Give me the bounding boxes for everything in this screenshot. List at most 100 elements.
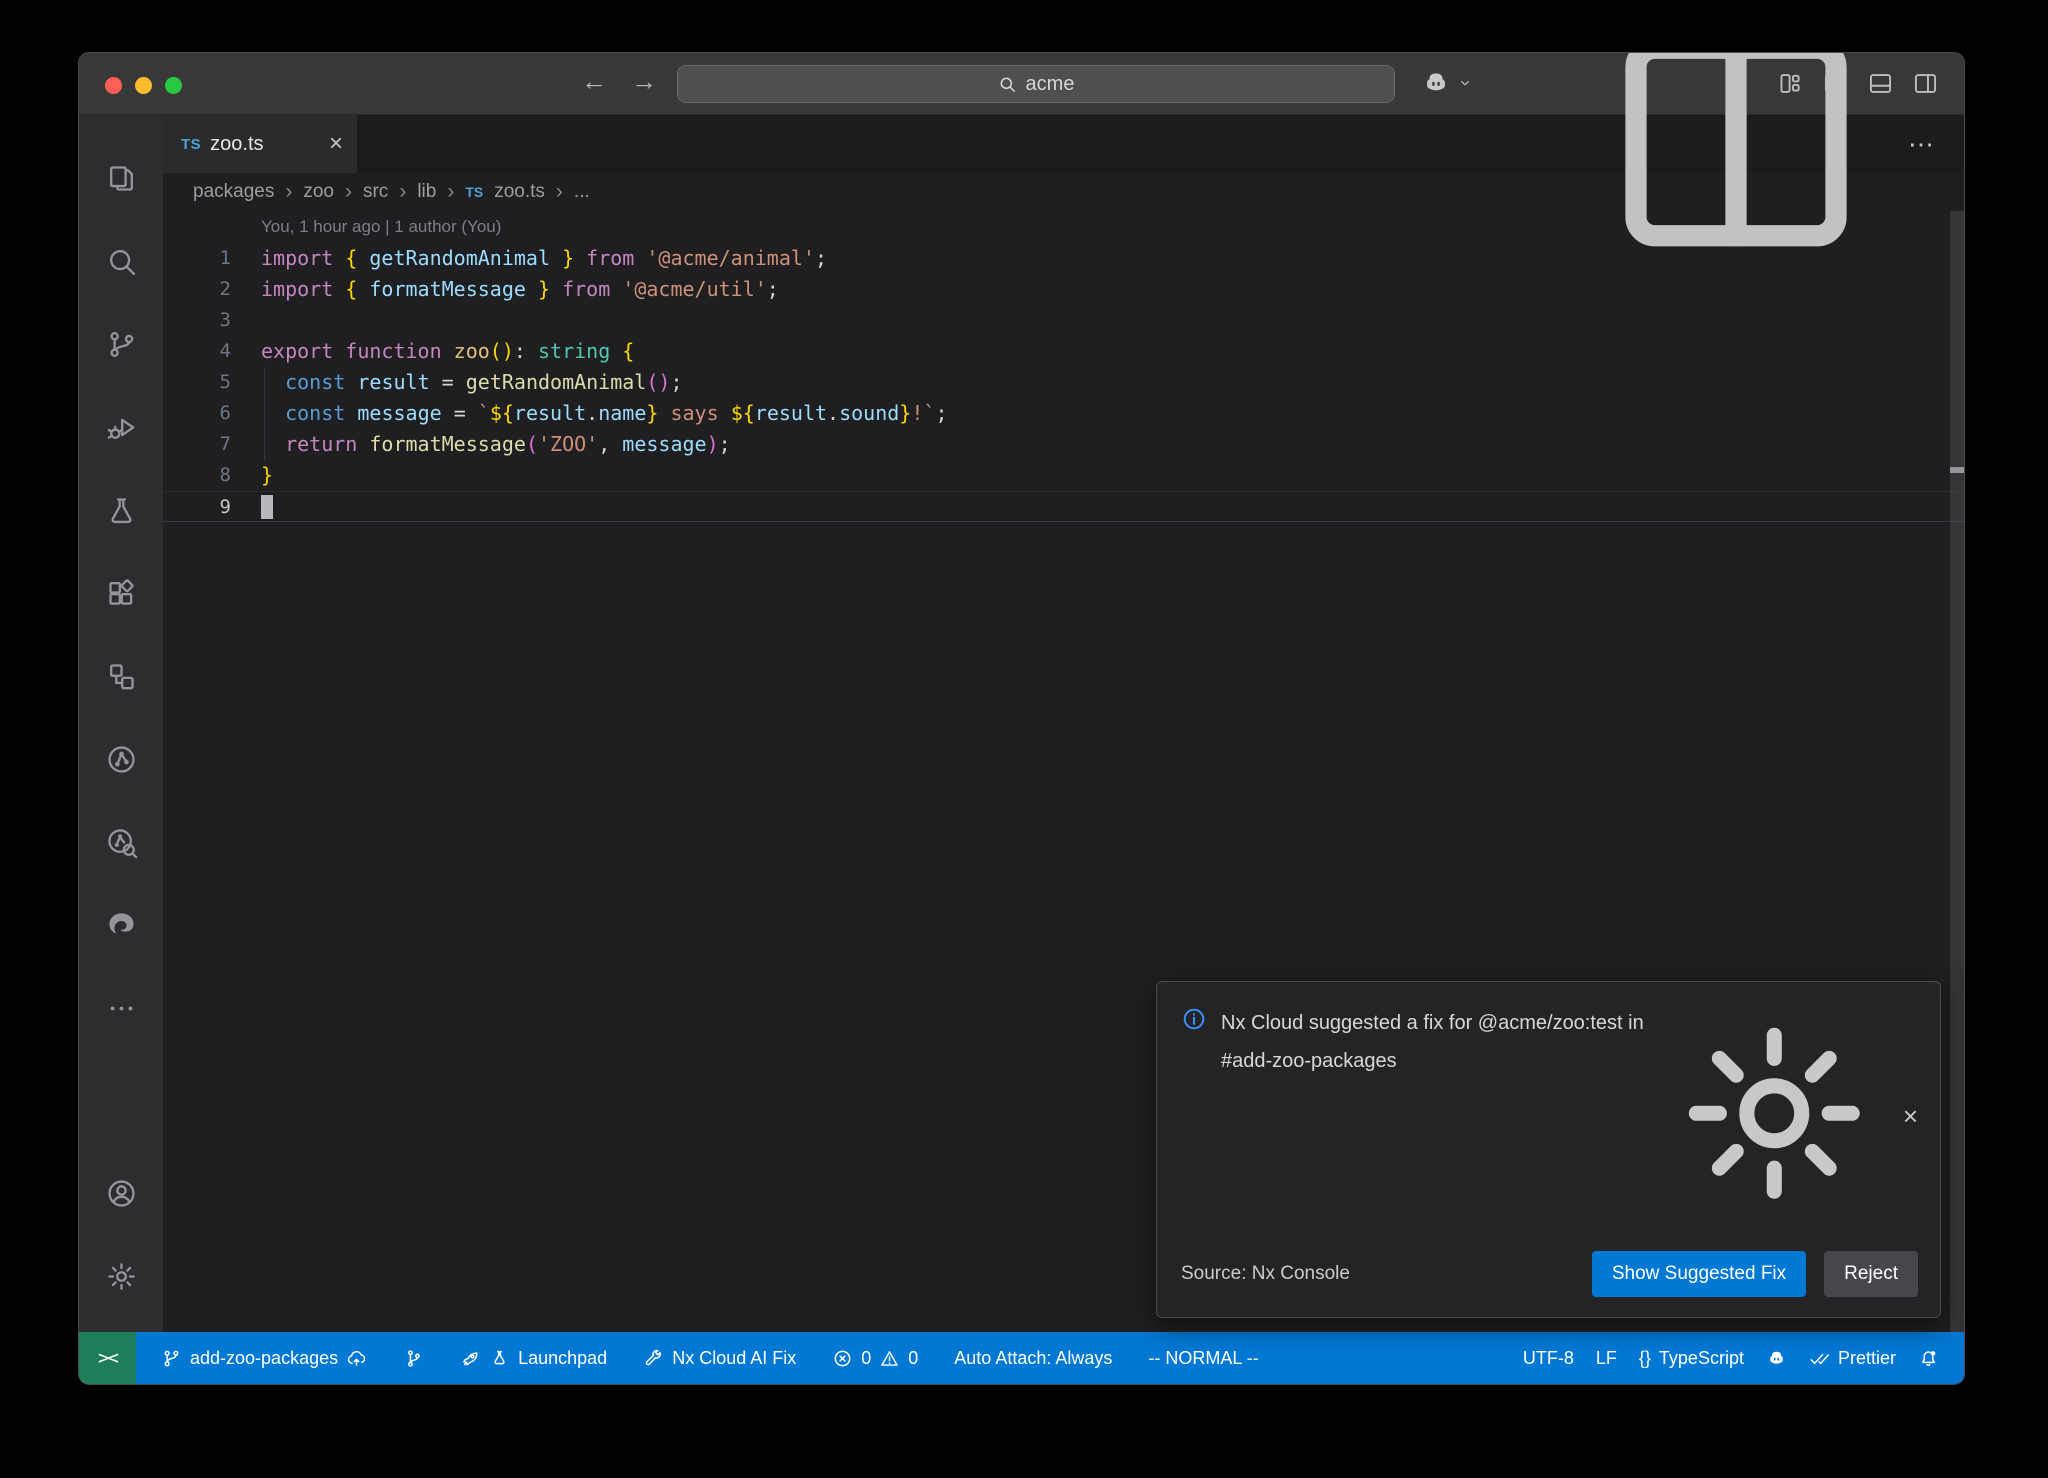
breadcrumb-src[interactable]: src	[363, 181, 388, 203]
vim-mode-item[interactable]: -- NORMAL --	[1137, 1332, 1269, 1384]
code-line-4[interactable]: 4export function zoo(): string {	[163, 336, 1964, 367]
nx-cloud-fix-label: Nx Cloud AI Fix	[672, 1348, 796, 1369]
notification-settings-gear-icon[interactable]	[1668, 1007, 1881, 1225]
line-content: return formatMessage('ZOO', message);	[231, 429, 731, 460]
breadcrumb-more[interactable]: ...	[574, 181, 590, 203]
code-line-9[interactable]: 9	[163, 491, 1964, 522]
activity-bar-item-nx-cloud[interactable]	[79, 718, 163, 801]
line-number: 7	[163, 429, 231, 460]
git-branch-item[interactable]: add-zoo-packages	[150, 1332, 378, 1384]
extensions-icon	[105, 577, 138, 610]
code-line-5[interactable]: 5 const result = getRandomAnimal();	[163, 367, 1964, 398]
line-content	[231, 492, 273, 521]
notification-toast: Nx Cloud suggested a fix for @acme/zoo:t…	[1156, 981, 1941, 1318]
code-line-7[interactable]: 7 return formatMessage('ZOO', message);	[163, 429, 1964, 460]
code-lines: 1import { getRandomAnimal } from '@acme/…	[163, 243, 1964, 522]
zoom-window-button[interactable]	[165, 77, 182, 94]
notification-close-icon[interactable]: ×	[1903, 1103, 1918, 1129]
breadcrumb-lib[interactable]: lib	[417, 181, 436, 203]
encoding-label: UTF-8	[1523, 1348, 1574, 1369]
formatter-item[interactable]: Prettier	[1798, 1332, 1907, 1384]
activity-bar-item-nx-console[interactable]	[79, 635, 163, 718]
breadcrumb-packages[interactable]: packages	[193, 181, 274, 203]
auto-attach-item[interactable]: Auto Attach: Always	[943, 1332, 1123, 1384]
code-line-3[interactable]: 3	[163, 305, 1964, 336]
code-line-2[interactable]: 2import { formatMessage } from '@acme/ut…	[163, 274, 1964, 305]
git-graph-icon	[403, 1348, 424, 1369]
minimize-window-button[interactable]	[135, 77, 152, 94]
indent-guide	[264, 367, 265, 460]
code-line-6[interactable]: 6 const message = `${result.name} says $…	[163, 398, 1964, 429]
breadcrumb: packages › zoo › src › lib › TS zoo.ts ›…	[163, 173, 1964, 211]
activity-bar-item-files[interactable]	[79, 137, 163, 220]
activity-bar-item-more[interactable]	[79, 967, 163, 1050]
activity-bar-item-edge[interactable]	[79, 884, 163, 967]
more-actions-icon[interactable]: ⋯	[1908, 129, 1936, 160]
debug-icon	[105, 411, 138, 444]
show-suggested-fix-button[interactable]: Show Suggested Fix	[1592, 1251, 1806, 1297]
settings-gear-icon	[105, 1260, 138, 1293]
close-window-button[interactable]	[105, 77, 122, 94]
window-controls	[105, 77, 182, 94]
activity-bar-item-settings-gear[interactable]	[79, 1235, 163, 1318]
tab-zoo-ts[interactable]: TS zoo.ts ×	[163, 115, 357, 173]
close-tab-icon[interactable]: ×	[329, 132, 343, 156]
line-number: 6	[163, 398, 231, 429]
git-branch-icon	[161, 1348, 182, 1369]
wrench-icon	[643, 1348, 664, 1369]
copilot-menu[interactable]	[1421, 68, 1473, 98]
files-icon	[105, 162, 138, 195]
line-number: 8	[163, 460, 231, 491]
eol-item[interactable]: LF	[1585, 1332, 1628, 1384]
notification-message: Nx Cloud suggested a fix for @acme/zoo:t…	[1221, 1004, 1654, 1080]
activity-bar-item-extensions[interactable]	[79, 552, 163, 635]
line-content: const message = `${result.name} says ${r…	[231, 398, 947, 429]
flask-icon	[489, 1348, 510, 1369]
encoding-item[interactable]: UTF-8	[1512, 1332, 1585, 1384]
line-number: 5	[163, 367, 231, 398]
git-graph-item[interactable]	[392, 1332, 435, 1384]
more-icon	[105, 992, 138, 1025]
testing-icon	[105, 494, 138, 527]
copilot-status-item[interactable]	[1755, 1332, 1798, 1384]
chevron-separator: ›	[556, 180, 563, 204]
reject-button[interactable]: Reject	[1824, 1251, 1918, 1297]
edge-icon	[105, 909, 138, 942]
activity-bar-item-source-control[interactable]	[79, 303, 163, 386]
launchpad-label: Launchpad	[518, 1348, 607, 1369]
launchpad-item[interactable]: Launchpad	[449, 1332, 618, 1384]
activity-bar-item-testing[interactable]	[79, 469, 163, 552]
branch-name: add-zoo-packages	[190, 1348, 338, 1369]
breadcrumb-zoo[interactable]: zoo	[303, 181, 334, 203]
activity-bar-item-debug[interactable]	[79, 386, 163, 469]
nx-console-icon	[105, 660, 138, 693]
nx-cloud-fix-item[interactable]: Nx Cloud AI Fix	[632, 1332, 807, 1384]
problems-item[interactable]: 0 0	[821, 1332, 929, 1384]
auto-attach-label: Auto Attach: Always	[954, 1348, 1112, 1369]
line-number: 4	[163, 336, 231, 367]
activity-bar-item-account[interactable]	[79, 1152, 163, 1235]
activity-bar-item-nx-graph[interactable]	[79, 801, 163, 884]
language-mode-item[interactable]: {} TypeScript	[1628, 1332, 1755, 1384]
breadcrumb-file[interactable]: zoo.ts	[494, 181, 545, 203]
line-content: import { formatMessage } from '@acme/uti…	[231, 274, 779, 305]
block-cursor	[261, 495, 273, 519]
nx-graph-icon	[105, 826, 138, 859]
activity-bar	[79, 115, 163, 1332]
notifications-bell-item[interactable]	[1907, 1332, 1950, 1384]
scrollbar[interactable]	[1950, 211, 1964, 1332]
back-button[interactable]: ←	[579, 66, 609, 97]
code-line-1[interactable]: 1import { getRandomAnimal } from '@acme/…	[163, 243, 1964, 274]
activity-bar-item-search[interactable]	[79, 220, 163, 303]
forward-button[interactable]: →	[629, 66, 659, 97]
warning-count: 0	[908, 1348, 918, 1369]
code-line-8[interactable]: 8}	[163, 460, 1964, 491]
source-control-icon	[105, 328, 138, 361]
rocket-icon	[460, 1348, 481, 1369]
copilot-icon	[1421, 68, 1451, 98]
toggle-secondary-sidebar-icon[interactable]	[1912, 70, 1939, 97]
command-center-search[interactable]: acme	[677, 65, 1395, 103]
remote-indicator[interactable]: ><	[79, 1332, 136, 1384]
line-content: export function zoo(): string {	[231, 336, 634, 367]
typescript-file-icon: TS	[465, 184, 483, 200]
